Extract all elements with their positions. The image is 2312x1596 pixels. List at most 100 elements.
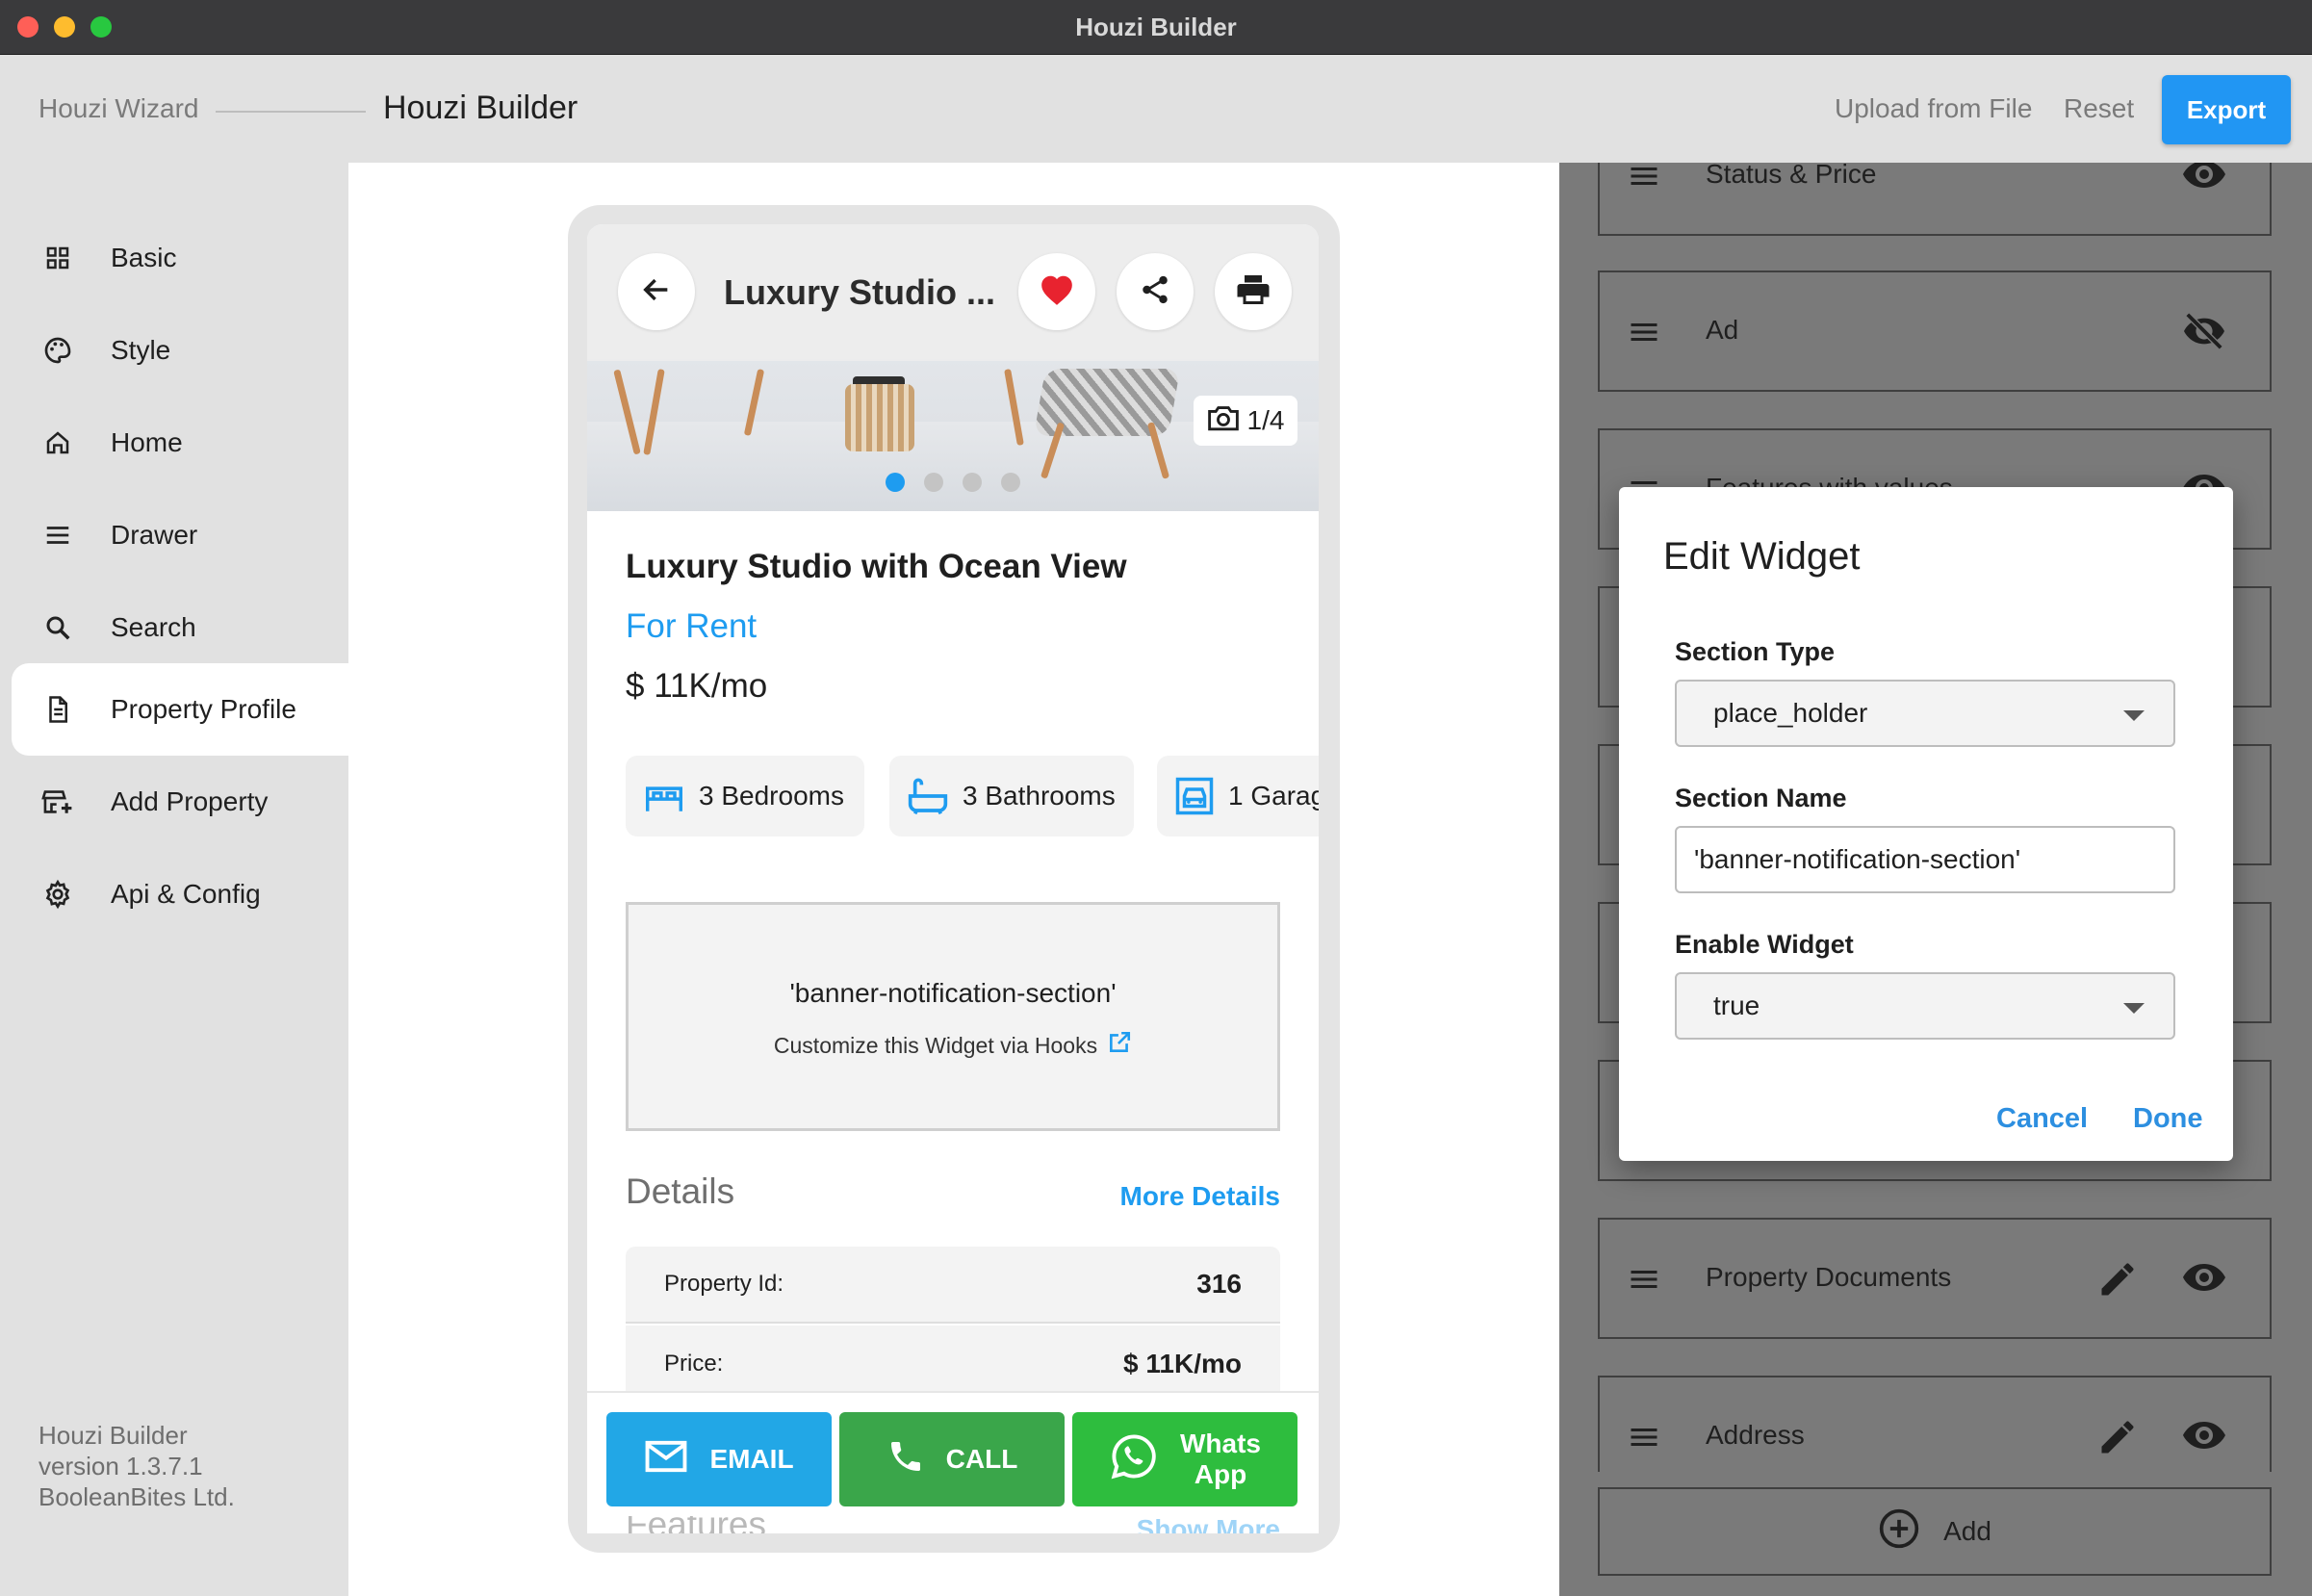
sidebar-item-basic[interactable]: Basic — [12, 212, 348, 304]
section-card-ad[interactable]: Ad — [1598, 270, 2272, 392]
enable-widget-select[interactable]: true — [1675, 972, 2175, 1040]
palette-icon — [40, 333, 75, 368]
arrow-left-icon — [640, 273, 673, 311]
sidebar-item-label: Add Property — [111, 786, 269, 816]
enable-widget-label: Enable Widget — [1675, 930, 1854, 959]
placeholder-widget-hint[interactable]: Customize this Widget via Hooks — [629, 1030, 1277, 1061]
sidebar-item-api-config[interactable]: Api & Config — [12, 848, 348, 940]
search-icon — [40, 610, 75, 645]
printer-icon — [1236, 273, 1271, 311]
section-card-address[interactable]: Address — [1598, 1376, 2272, 1472]
sidebar-item-style[interactable]: Style — [12, 304, 348, 397]
breadcrumb-wizard[interactable]: Houzi Wizard — [39, 93, 198, 124]
detail-label: Property Id: — [664, 1271, 784, 1297]
property-hero-image[interactable]: Luxury Studio ... 1/4 — [587, 224, 1319, 511]
section-card-name: Status & Price — [1706, 163, 1877, 189]
feature-chip-bedrooms: 3 Bedrooms — [626, 756, 864, 837]
feature-chip-label: 3 Bedrooms — [699, 781, 844, 811]
app-bar: Houzi Wizard Houzi Builder Upload from F… — [0, 55, 2312, 163]
more-details-link[interactable]: More Details — [1120, 1181, 1281, 1212]
pencil-icon[interactable] — [2096, 1416, 2139, 1458]
breadcrumb-divider — [216, 111, 366, 113]
feature-chip-bathrooms: 3 Bathrooms — [889, 756, 1134, 837]
sidebar-item-drawer[interactable]: Drawer — [12, 489, 348, 581]
preview-area: Luxury Studio ... 1/4 Luxury Studio with… — [348, 163, 1559, 1596]
phone-icon — [886, 1437, 925, 1482]
email-button[interactable]: EMAIL — [606, 1412, 832, 1506]
sidebar-item-add-property[interactable]: Add Property — [12, 756, 348, 848]
done-button[interactable]: Done — [2133, 1103, 2203, 1135]
add-section-button[interactable]: Add — [1598, 1487, 2272, 1576]
breadcrumb-builder: Houzi Builder — [383, 90, 578, 126]
upload-from-file-button[interactable]: Upload from File — [1835, 93, 2032, 124]
section-card-name: Ad — [1706, 315, 1739, 345]
drag-handle-icon[interactable] — [1625, 163, 1663, 193]
back-button[interactable] — [618, 253, 695, 330]
eye-off-icon[interactable] — [2181, 311, 2227, 353]
phone-frame: Luxury Studio ... 1/4 Luxury Studio with… — [568, 205, 1340, 1553]
sidebar-item-search[interactable]: Search — [12, 581, 348, 674]
placeholder-widget[interactable]: 'banner-notification-section' Customize … — [626, 902, 1280, 1131]
section-card-property-documents[interactable]: Property Documents — [1598, 1218, 2272, 1339]
show-more-link[interactable]: Show More — [1137, 1514, 1280, 1533]
window-title: Houzi Builder — [1075, 13, 1237, 41]
camera-icon — [1207, 403, 1240, 439]
slide-dot[interactable] — [963, 473, 982, 492]
slide-dot[interactable] — [1001, 473, 1020, 492]
section-name-input[interactable]: 'banner-notification-section' — [1675, 826, 2175, 893]
sidebar-item-property-profile[interactable]: Property Profile — [12, 663, 348, 756]
favorite-button[interactable] — [1018, 253, 1095, 330]
reset-button[interactable]: Reset — [2064, 93, 2134, 124]
heart-icon — [1039, 272, 1075, 312]
contact-action-bar: EMAIL CALL Whats App — [587, 1391, 1319, 1516]
sidebar-item-label: Property Profile — [111, 694, 296, 724]
preview-header-title: Luxury Studio ... — [724, 272, 996, 312]
feature-chip-garage: 1 Garage — [1157, 756, 1319, 837]
drag-handle-icon[interactable] — [1625, 315, 1663, 349]
chair-shape — [1033, 369, 1181, 436]
version-company: BooleanBites Ltd. — [39, 1482, 235, 1511]
sidebar-item-label: Drawer — [111, 520, 198, 550]
enable-widget-value: true — [1713, 991, 1760, 1020]
version-info: Houzi Builder version 1.3.7.1 BooleanBit… — [39, 1420, 235, 1512]
cancel-button[interactable]: Cancel — [1996, 1103, 2088, 1135]
pencil-icon[interactable] — [2096, 1258, 2139, 1300]
section-type-select[interactable]: place_holder — [1675, 680, 2175, 747]
preview-header: Luxury Studio ... — [587, 224, 1319, 361]
sidebar-item-label: Home — [111, 427, 183, 457]
dialog-title: Edit Widget — [1663, 535, 1861, 578]
export-button[interactable]: Export — [2162, 75, 2291, 144]
gear-icon — [40, 877, 75, 912]
share-button[interactable] — [1117, 253, 1194, 330]
slide-dot-active[interactable] — [886, 473, 905, 492]
photo-counter[interactable]: 1/4 — [1194, 396, 1297, 446]
eye-icon[interactable] — [2181, 1416, 2227, 1458]
grid-icon — [40, 241, 75, 275]
drag-handle-icon[interactable] — [1625, 1262, 1663, 1297]
share-icon — [1139, 273, 1171, 311]
detail-value: $ 11K/mo — [1123, 1349, 1242, 1378]
phone-screen[interactable]: Luxury Studio ... 1/4 Luxury Studio with… — [587, 224, 1319, 1533]
sidebar-item-home[interactable]: Home — [12, 397, 348, 489]
external-link-icon[interactable] — [1107, 1030, 1132, 1061]
drag-handle-icon[interactable] — [1625, 1420, 1663, 1454]
detail-row: Property Id: 316 — [626, 1247, 1280, 1324]
whatsapp-button[interactable]: Whats App — [1072, 1412, 1297, 1506]
whatsapp-icon — [1109, 1431, 1159, 1488]
menu-icon — [40, 518, 75, 553]
add-section-label: Add — [1943, 1516, 1991, 1546]
feature-chip-label: 3 Bathrooms — [963, 781, 1116, 811]
placeholder-widget-name: 'banner-notification-section' — [789, 978, 1117, 1008]
slide-dot[interactable] — [924, 473, 943, 492]
photo-counter-text: 1/4 — [1246, 405, 1285, 435]
sidebar-item-label: Style — [111, 335, 171, 365]
placeholder-hint-text: Customize this Widget via Hooks — [773, 1032, 1098, 1058]
section-name-label: Section Name — [1675, 784, 1847, 812]
print-button[interactable] — [1215, 253, 1292, 330]
mail-icon — [644, 1439, 688, 1480]
eye-icon[interactable] — [2181, 1258, 2227, 1300]
section-card-status-price[interactable]: Status & Price — [1598, 163, 2272, 236]
document-icon — [40, 692, 75, 727]
call-button[interactable]: CALL — [839, 1412, 1065, 1506]
eye-icon[interactable] — [2181, 163, 2227, 197]
